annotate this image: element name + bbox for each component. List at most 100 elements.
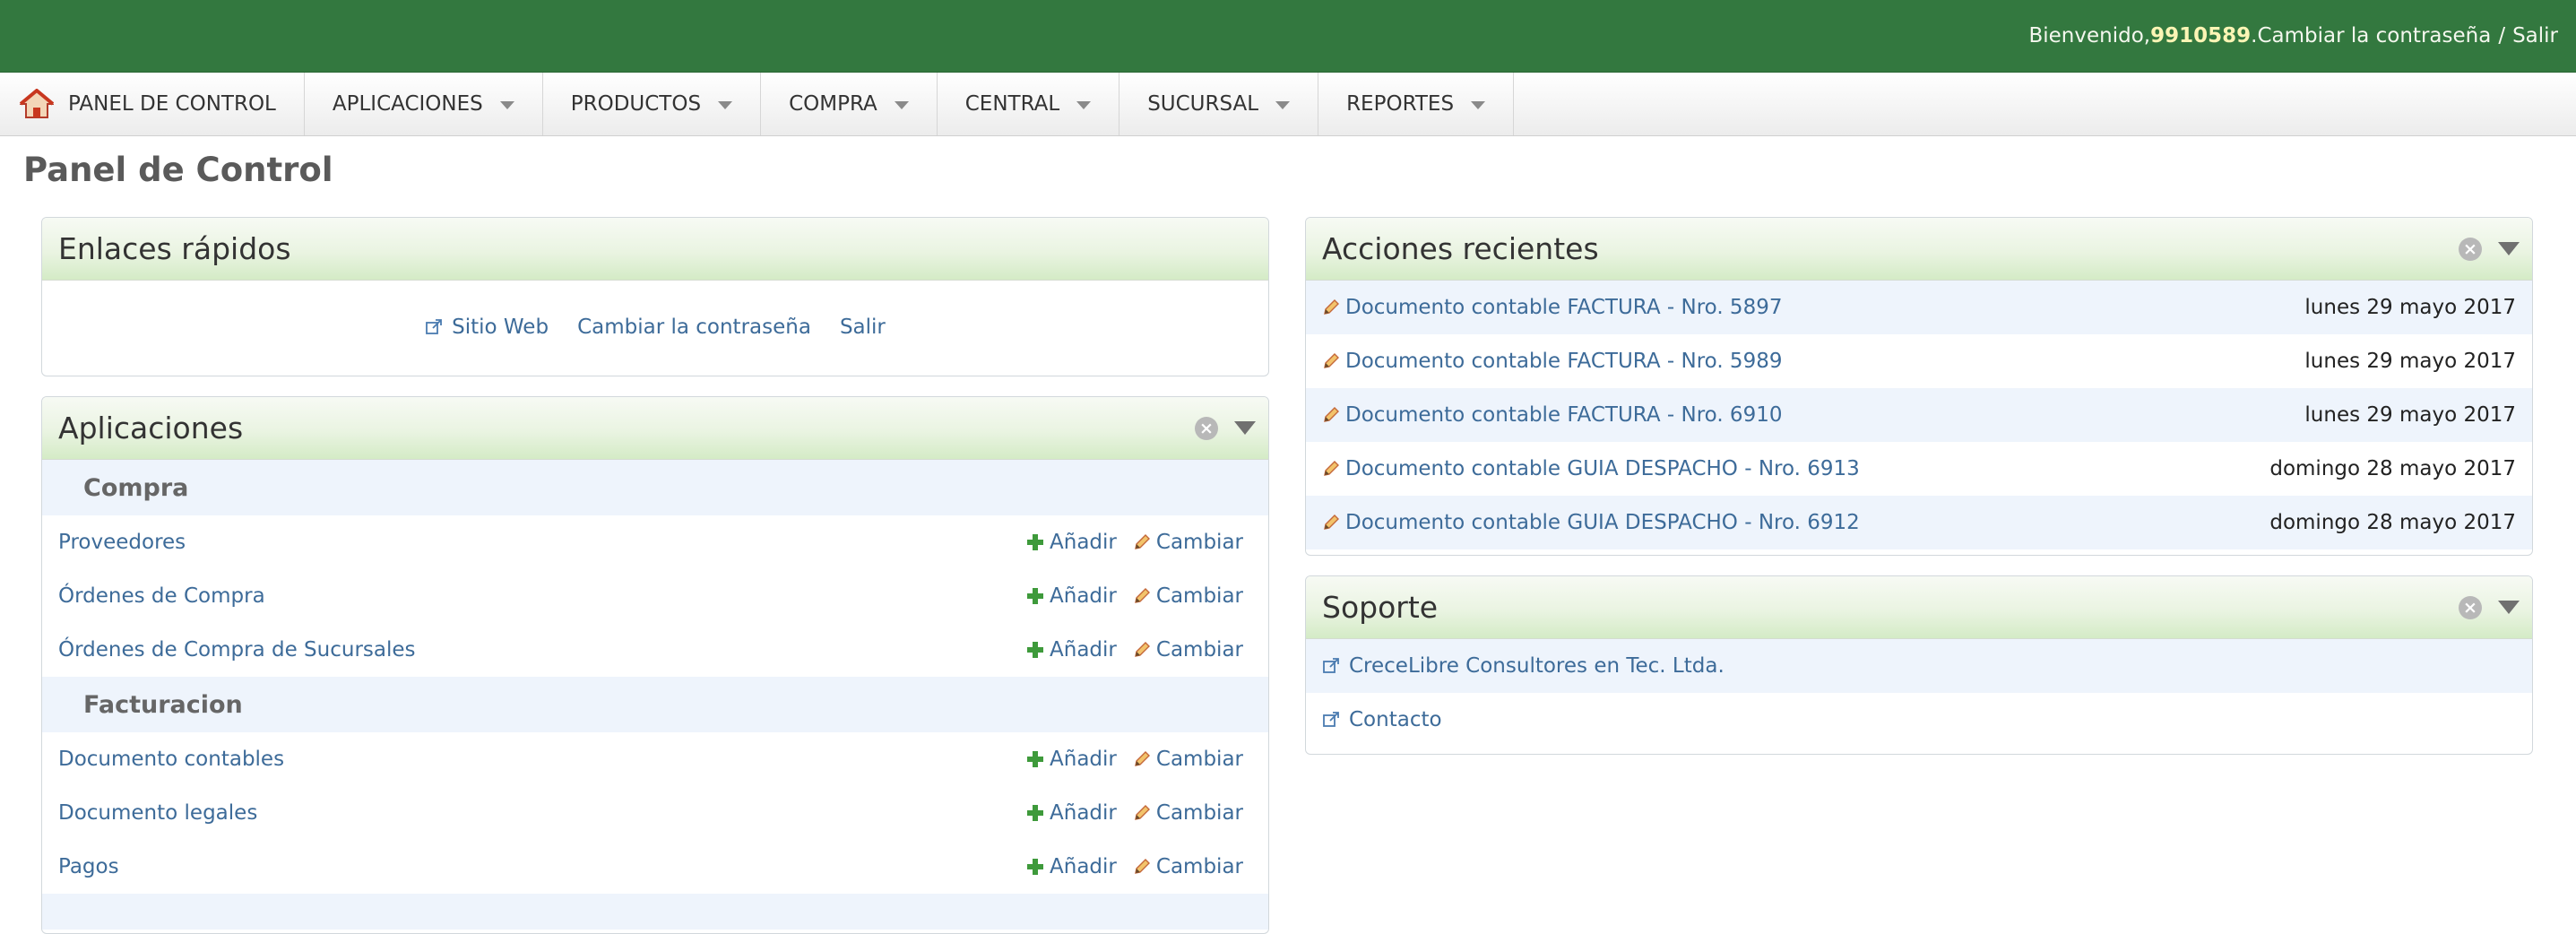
- external-link-icon: [1323, 712, 1339, 727]
- pencil-icon: [1134, 859, 1150, 874]
- change-action[interactable]: Cambiar: [1133, 801, 1243, 825]
- collapse-icon[interactable]: [2498, 601, 2520, 614]
- add-action[interactable]: Añadir: [1026, 801, 1117, 825]
- app-link-pagos[interactable]: Pagos: [58, 855, 1026, 878]
- add-action[interactable]: Añadir: [1026, 531, 1117, 554]
- change-link[interactable]: Cambiar: [1156, 584, 1243, 608]
- recent-action-row: Documento contable FACTURA - Nro. 6910 l…: [1306, 388, 2532, 442]
- plus-icon: [1027, 805, 1044, 821]
- support-link-crecelibre[interactable]: CreceLibre Consultores en Tec. Ltda.: [1349, 654, 1725, 678]
- website-link[interactable]: Sitio Web: [452, 316, 549, 339]
- app-link-ordenes-compra[interactable]: Órdenes de Compra: [58, 584, 1026, 608]
- add-link[interactable]: Añadir: [1050, 584, 1117, 608]
- quick-logout-link[interactable]: Salir: [840, 316, 886, 339]
- change-action[interactable]: Cambiar: [1133, 638, 1243, 662]
- add-action[interactable]: Añadir: [1026, 638, 1117, 662]
- change-link[interactable]: Cambiar: [1156, 801, 1243, 825]
- recent-action-link[interactable]: Documento contable FACTURA - Nro. 6910: [1345, 403, 1782, 427]
- add-link[interactable]: Añadir: [1050, 531, 1117, 554]
- page-title: Panel de Control: [23, 151, 333, 189]
- app-link-proveedores[interactable]: Proveedores: [58, 531, 1026, 554]
- app-actions: Añadir Cambiar: [1026, 584, 1243, 608]
- nav-productos[interactable]: PRODUCTOS: [543, 73, 762, 135]
- recent-action-link[interactable]: Documento contable GUIA DESPACHO - Nro. …: [1345, 511, 1860, 534]
- close-icon[interactable]: ×: [2459, 595, 2482, 619]
- change-action[interactable]: Cambiar: [1133, 531, 1243, 554]
- change-action[interactable]: Cambiar: [1133, 584, 1243, 608]
- app-section-header: Facturacion: [42, 677, 1268, 732]
- nav-aplicaciones[interactable]: APLICACIONES: [305, 73, 543, 135]
- module-title: Acciones recientes: [1322, 231, 1599, 266]
- recent-action-link[interactable]: Documento contable FACTURA - Nro. 5897: [1345, 296, 1782, 319]
- module-title: Aplicaciones: [58, 411, 244, 445]
- app-row: Proveedores Añadir Cambiar: [42, 515, 1268, 569]
- support-module: Soporte × CreceLibre Consultores en Tec.…: [1305, 575, 2533, 755]
- pencil-icon: [1324, 299, 1339, 315]
- module-header: Soporte ×: [1306, 576, 2532, 639]
- recent-action-date: lunes 29 mayo 2017: [2304, 296, 2516, 319]
- module-header: Aplicaciones ×: [42, 397, 1268, 460]
- close-icon[interactable]: ×: [2459, 237, 2482, 261]
- pencil-icon: [1134, 805, 1150, 820]
- recent-action-date: domingo 28 mayo 2017: [2269, 511, 2516, 534]
- app-actions: Añadir Cambiar: [1026, 748, 1243, 771]
- nav-label: SUCURSAL: [1147, 92, 1259, 116]
- top-header: Bienvenido, 9910589 . Cambiar la contras…: [0, 0, 2576, 73]
- app-section-header-partial: [42, 894, 1268, 930]
- recent-action-link[interactable]: Documento contable GUIA DESPACHO - Nro. …: [1345, 457, 1860, 480]
- quick-change-password-link[interactable]: Cambiar la contraseña: [577, 316, 811, 339]
- change-link[interactable]: Cambiar: [1156, 531, 1243, 554]
- app-actions: Añadir Cambiar: [1026, 531, 1243, 554]
- add-link[interactable]: Añadir: [1050, 855, 1117, 878]
- add-action[interactable]: Añadir: [1026, 748, 1117, 771]
- nav-label: APLICACIONES: [332, 92, 483, 116]
- pencil-icon: [1134, 534, 1150, 549]
- plus-icon: [1027, 534, 1044, 550]
- add-link[interactable]: Añadir: [1050, 748, 1117, 771]
- plus-icon: [1027, 642, 1044, 658]
- close-icon[interactable]: ×: [1195, 416, 1218, 440]
- recent-action-link-wrapper: Documento contable FACTURA - Nro. 5897: [1322, 296, 2304, 319]
- change-password-link[interactable]: Cambiar la contraseña: [2257, 24, 2491, 48]
- nav-home-label: PANEL DE CONTROL: [68, 92, 276, 116]
- app-row: Documento contables Añadir Cambiar: [42, 732, 1268, 786]
- quick-links-body: Sitio Web Cambiar la contraseña Salir: [42, 281, 1268, 374]
- collapse-icon[interactable]: [2498, 242, 2520, 255]
- change-action[interactable]: Cambiar: [1133, 855, 1243, 878]
- nav-compra[interactable]: COMPRA: [761, 73, 938, 135]
- nav-reportes[interactable]: REPORTES: [1318, 73, 1515, 135]
- collapse-icon[interactable]: [1234, 421, 1256, 435]
- support-link-contacto[interactable]: Contacto: [1349, 708, 1442, 731]
- change-link[interactable]: Cambiar: [1156, 748, 1243, 771]
- welcome-suffix: .: [2251, 24, 2258, 48]
- home-icon: [20, 89, 54, 118]
- change-action[interactable]: Cambiar: [1133, 748, 1243, 771]
- recent-action-link[interactable]: Documento contable FACTURA - Nro. 5989: [1345, 350, 1782, 373]
- app-row: Pagos Añadir Cambiar: [42, 840, 1268, 894]
- recent-action-link-wrapper: Documento contable FACTURA - Nro. 5989: [1322, 350, 2304, 373]
- support-row: Contacto: [1306, 693, 2532, 747]
- logout-link[interactable]: Salir: [2512, 24, 2558, 48]
- module-title: Enlaces rápidos: [58, 231, 291, 266]
- app-link-documento-contables[interactable]: Documento contables: [58, 748, 1026, 771]
- app-link-ordenes-compra-sucursales[interactable]: Órdenes de Compra de Sucursales: [58, 638, 1026, 662]
- app-actions: Añadir Cambiar: [1026, 855, 1243, 878]
- nav-central[interactable]: CENTRAL: [938, 73, 1120, 135]
- external-link-icon: [426, 319, 443, 334]
- nav-home[interactable]: PANEL DE CONTROL: [0, 73, 305, 135]
- add-link[interactable]: Añadir: [1050, 638, 1117, 662]
- add-action[interactable]: Añadir: [1026, 855, 1117, 878]
- app-link-documento-legales[interactable]: Documento legales: [58, 801, 1026, 825]
- change-link[interactable]: Cambiar: [1156, 638, 1243, 662]
- pencil-icon: [1324, 461, 1339, 476]
- recent-action-row: Documento contable FACTURA - Nro. 5989 l…: [1306, 334, 2532, 388]
- pencil-icon: [1324, 407, 1339, 422]
- main-nav: PANEL DE CONTROL APLICACIONES PRODUCTOS …: [0, 73, 2576, 136]
- add-link[interactable]: Añadir: [1050, 801, 1117, 825]
- recent-action-row: Documento contable FACTURA - Nro. 5897 l…: [1306, 281, 2532, 334]
- plus-icon: [1027, 859, 1044, 875]
- change-link[interactable]: Cambiar: [1156, 855, 1243, 878]
- add-action[interactable]: Añadir: [1026, 584, 1117, 608]
- nav-sucursal[interactable]: SUCURSAL: [1119, 73, 1319, 135]
- chevron-down-icon: [1275, 100, 1291, 109]
